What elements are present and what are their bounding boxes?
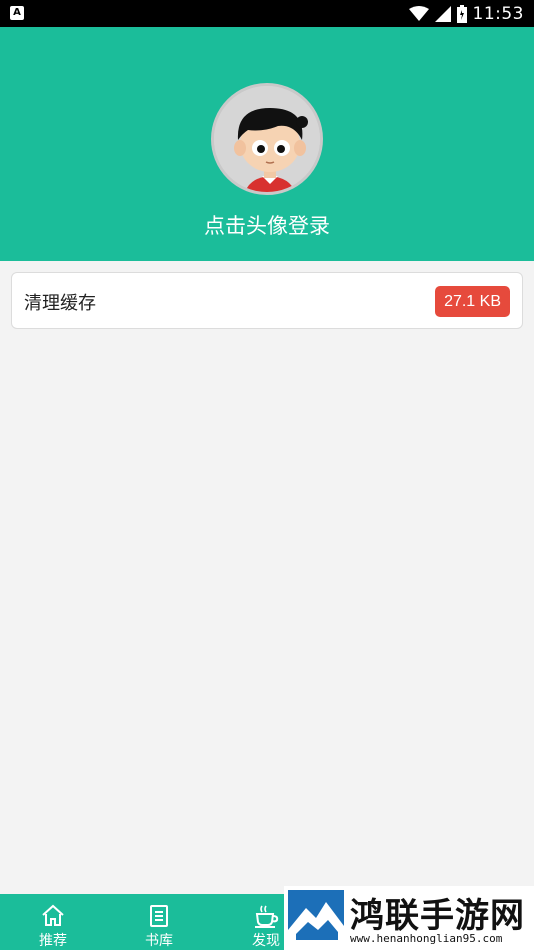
signal-icon: [434, 5, 451, 22]
wifi-icon: [408, 5, 429, 21]
cache-size-badge: 27.1 KB: [435, 286, 510, 317]
watermark-url: www.henanhonglian95.com: [350, 932, 503, 945]
nav-label-library: 书库: [145, 933, 173, 949]
status-time: 11:53: [472, 3, 524, 24]
coffee-icon: [255, 905, 279, 928]
watermark-logo-icon: [288, 890, 344, 946]
clear-cache-row[interactable]: 清理缓存 27.1 KB: [11, 272, 523, 329]
home-icon: [42, 904, 64, 926]
notification-icon: A: [10, 6, 24, 20]
status-icons: 11:53: [408, 0, 525, 27]
site-watermark: 鸿联手游网 www.henanhonglian95.com: [284, 886, 534, 950]
login-prompt[interactable]: 点击头像登录: [0, 210, 534, 240]
nav-item-recommend[interactable]: 推荐: [13, 894, 93, 950]
nav-label-recommend: 推荐: [39, 933, 67, 949]
avatar[interactable]: [211, 83, 323, 195]
clear-cache-label: 清理缓存: [24, 293, 96, 314]
nav-item-library[interactable]: 书库: [119, 894, 199, 950]
book-icon: [150, 905, 168, 927]
battery-icon: [456, 4, 467, 23]
watermark-title: 鸿联手游网: [350, 896, 525, 936]
profile-header: 点击头像登录: [0, 27, 534, 261]
avatar-illustration: [214, 86, 320, 192]
status-bar: A 11:53: [0, 0, 534, 27]
